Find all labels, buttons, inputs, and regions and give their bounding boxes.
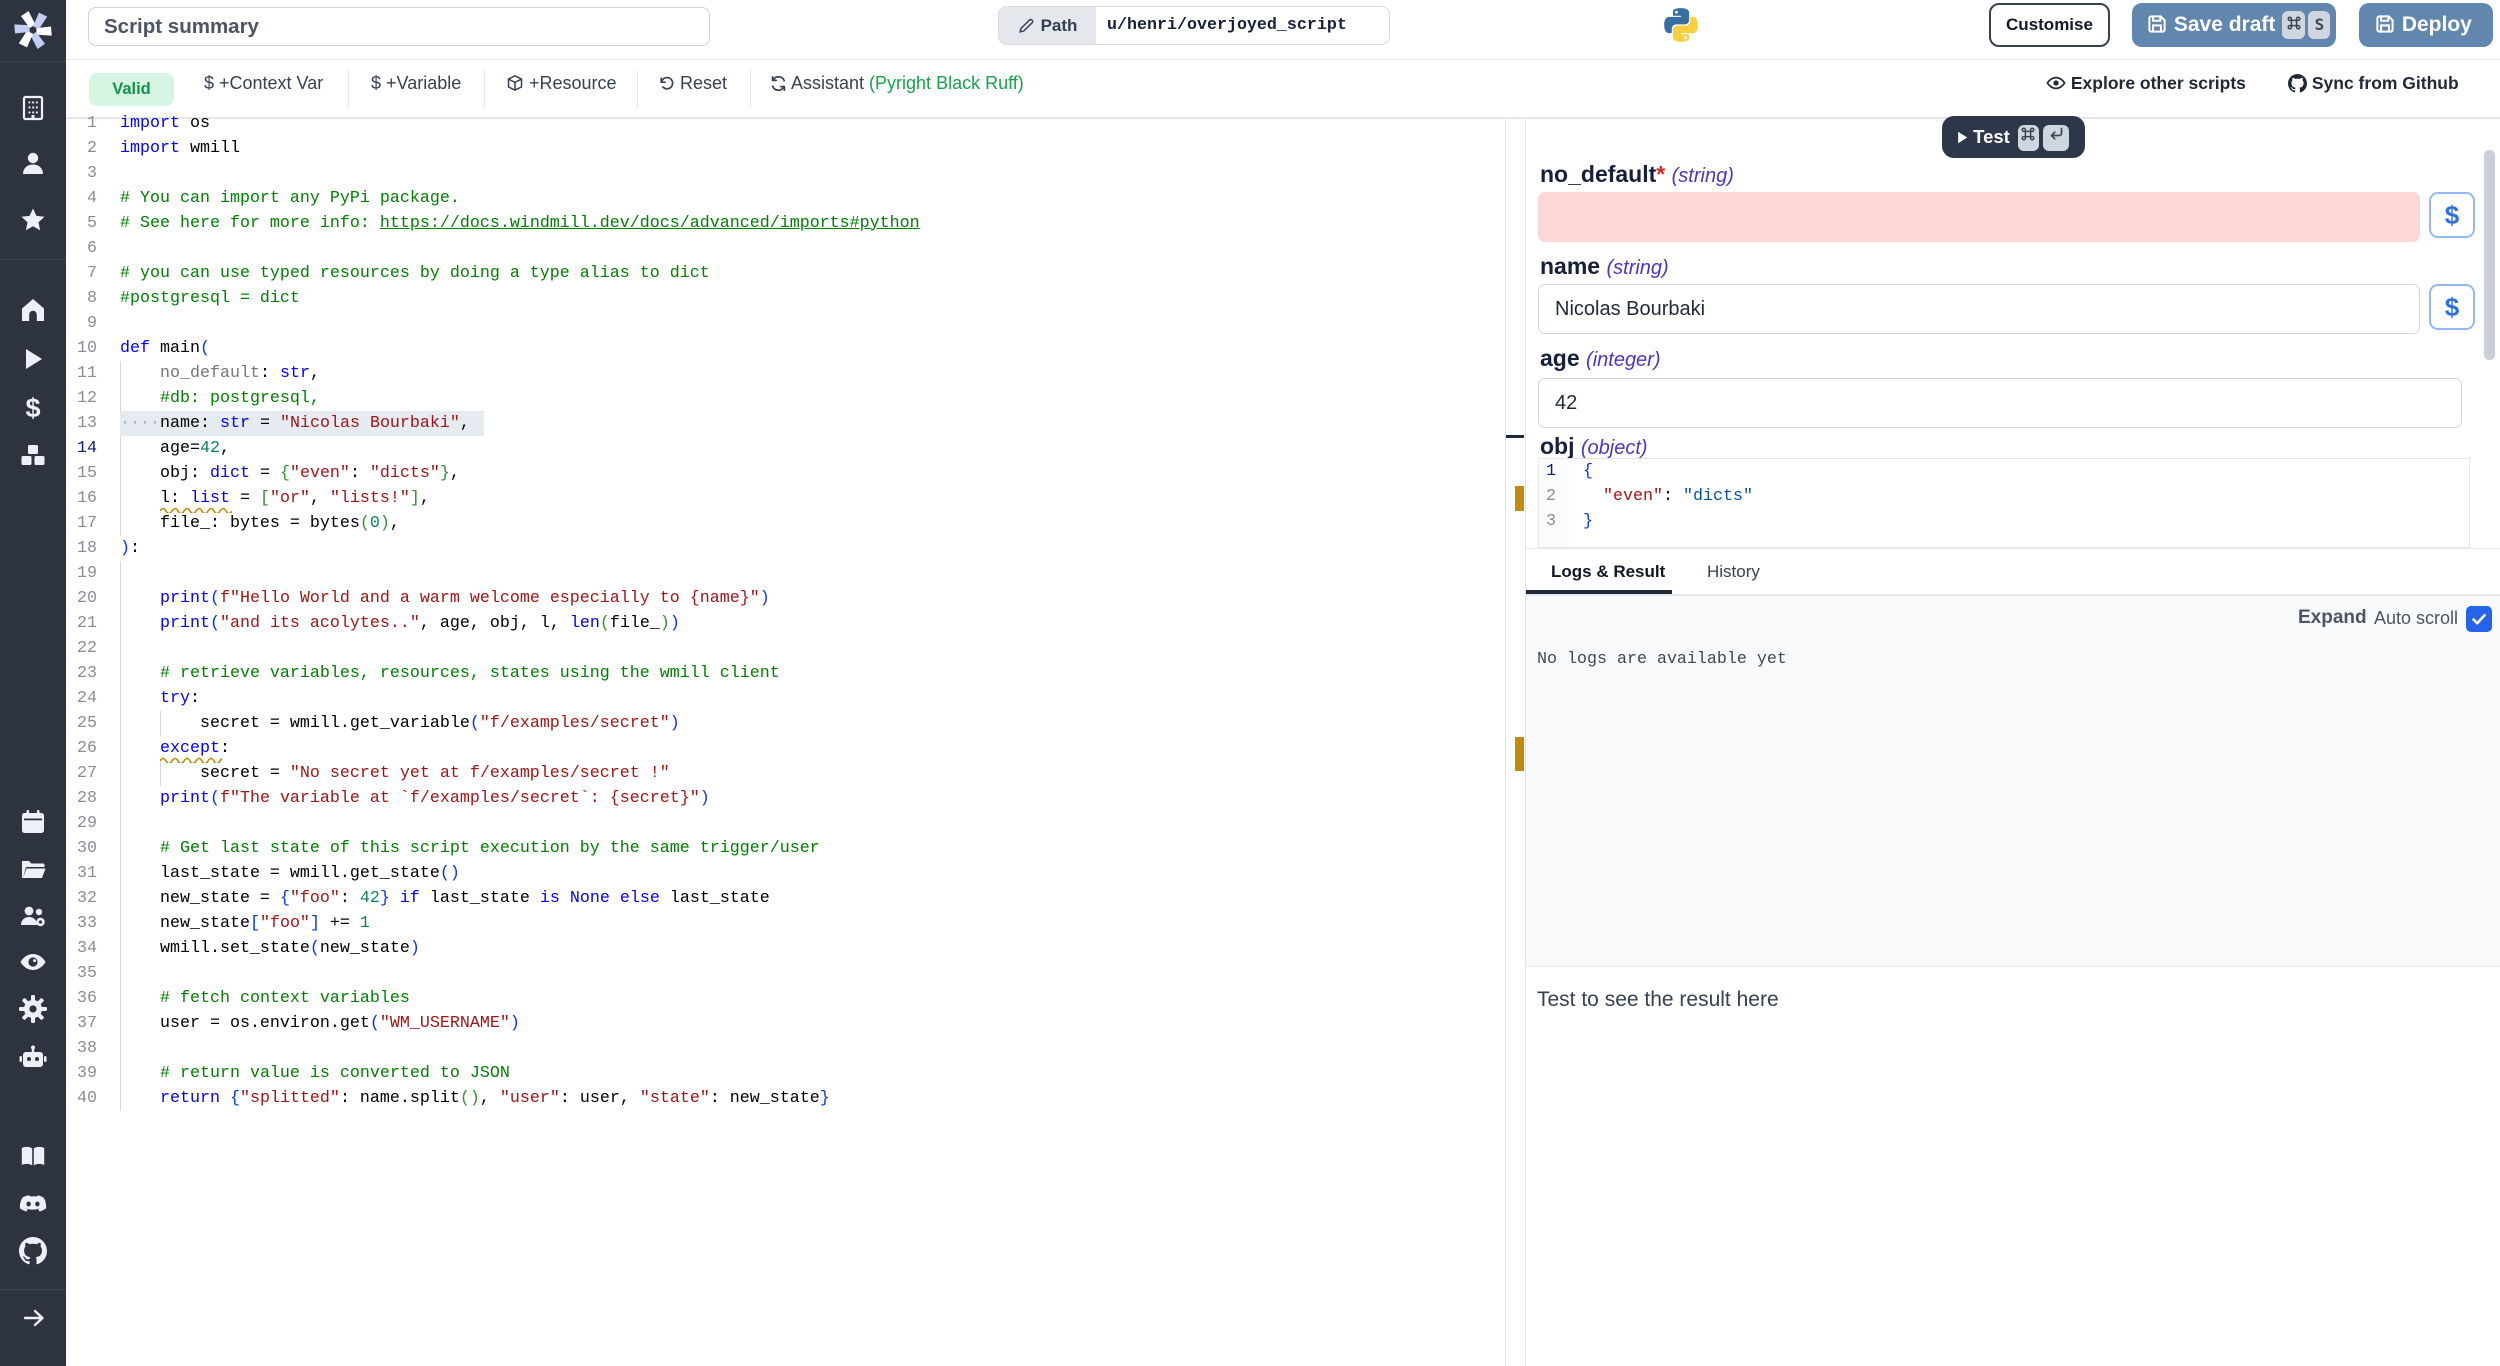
svg-text:$: $ — [25, 394, 40, 422]
